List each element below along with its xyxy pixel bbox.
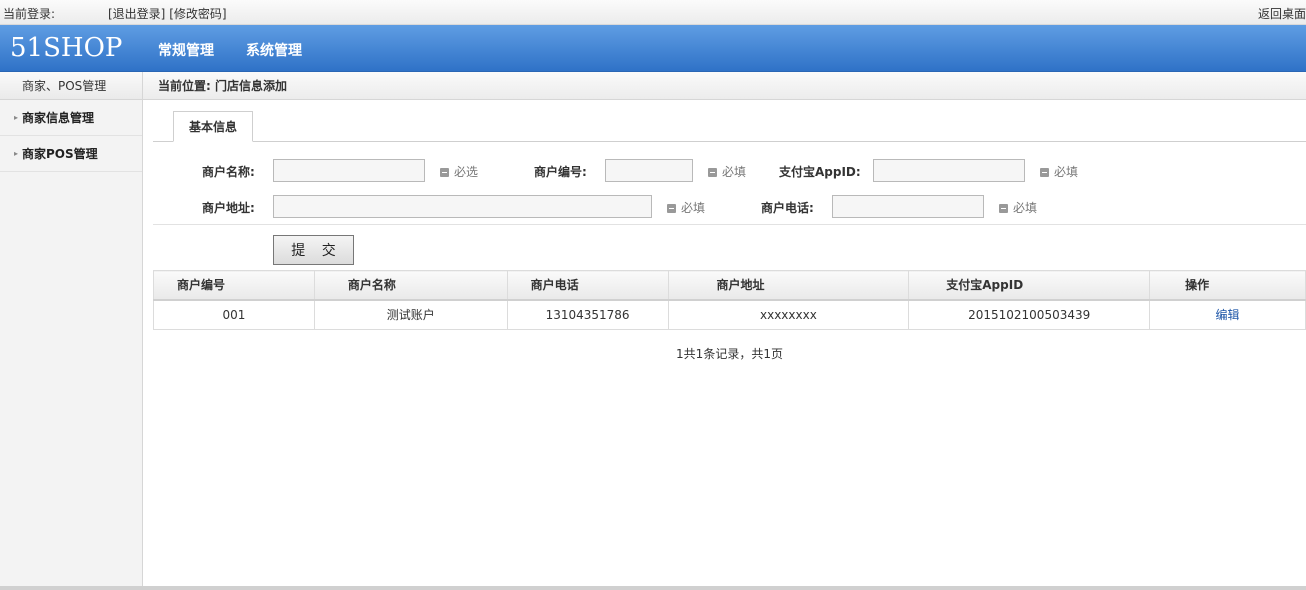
merchant-table: 商户编号 商户名称 商户电话 商户地址 支付宝AppID 操作 001 测试账户… (153, 270, 1306, 330)
alipay-appid-label: 支付宝AppID: (779, 165, 861, 179)
sidebar-item-merchant-info[interactable]: ▸ 商家信息管理 (0, 100, 142, 136)
merchant-phone-input[interactable] (832, 195, 984, 218)
column-header-phone: 商户电话 (506, 270, 669, 301)
table-header-row: 商户编号 商户名称 商户电话 商户地址 支付宝AppID 操作 (153, 270, 1306, 301)
hint-text: 必填 (1054, 165, 1079, 179)
edit-link[interactable]: 编辑 (1216, 308, 1240, 322)
cell-name: 测试账户 (313, 299, 508, 330)
merchant-name-input[interactable] (273, 159, 425, 182)
bottom-bar (0, 586, 1306, 590)
sidebar: 商家、POS管理 ▸ 商家信息管理 ▸ 商家POS管理 (0, 72, 143, 590)
table-row: 001 测试账户 13104351786 xxxxxxxx 2015102100… (153, 299, 1306, 330)
sidebar-item-merchant-pos[interactable]: ▸ 商家POS管理 (0, 136, 142, 172)
required-icon (999, 204, 1008, 213)
column-header-address: 商户地址 (667, 270, 910, 301)
merchant-name-label: 商户名称: (202, 165, 255, 179)
form-divider (153, 224, 1306, 225)
current-login-label: 当前登录: (3, 7, 56, 21)
breadcrumb: 当前位置: 门店信息添加 (143, 72, 1306, 100)
alipay-appid-hint: 必填 (1040, 163, 1078, 180)
required-icon (667, 204, 676, 213)
cell-code: 001 (153, 299, 315, 330)
merchant-code-hint: 必填 (708, 163, 746, 180)
sidebar-item-label: 商家POS管理 (22, 147, 98, 161)
change-password-link[interactable]: [修改密码] (169, 7, 226, 21)
merchant-name-hint: 必选 (440, 163, 478, 180)
cell-appid: 2015102100503439 (908, 299, 1151, 330)
sidebar-item-label: 商家信息管理 (22, 111, 95, 125)
merchant-code-input[interactable] (605, 159, 693, 182)
account-links: [退出登录] [修改密码] (108, 5, 227, 22)
required-icon (708, 168, 717, 177)
tab-divider (153, 141, 1306, 142)
caret-right-icon: ▸ (14, 149, 19, 158)
merchant-address-hint: 必填 (667, 199, 705, 216)
column-header-action: 操作 (1149, 270, 1306, 301)
sidebar-title: 商家、POS管理 (0, 72, 142, 100)
merchant-address-input[interactable] (273, 195, 652, 218)
main-header: 51SHOP 常规管理 系统管理 (0, 25, 1306, 72)
logo: 51SHOP (10, 33, 123, 63)
caret-right-icon: ▸ (14, 113, 19, 122)
nav-general-management[interactable]: 常规管理 (158, 40, 214, 60)
pagination-info: 1共1条记录，共1页 (676, 347, 783, 361)
required-icon (440, 168, 449, 177)
column-header-code: 商户编号 (153, 270, 315, 301)
merchant-phone-label: 商户电话: (761, 201, 814, 215)
required-icon (1040, 168, 1049, 177)
cell-phone: 13104351786 (506, 299, 669, 330)
merchant-phone-hint: 必填 (999, 199, 1037, 216)
merchant-address-label: 商户地址: (202, 201, 255, 215)
submit-button[interactable]: 提 交 (273, 235, 354, 265)
top-bar: 当前登录: [退出登录] [修改密码] 返回桌面 (0, 0, 1306, 25)
hint-text: 必填 (722, 165, 747, 179)
hint-text: 必填 (1013, 201, 1038, 215)
cell-address: xxxxxxxx (667, 299, 910, 330)
tab-basic-info[interactable]: 基本信息 (173, 111, 253, 142)
alipay-appid-input[interactable] (873, 159, 1025, 182)
column-header-appid: 支付宝AppID (908, 270, 1151, 301)
hint-text: 必选 (454, 165, 479, 179)
back-to-desktop-link[interactable]: 返回桌面 (1258, 5, 1306, 22)
logout-link[interactable]: [退出登录] (108, 7, 165, 21)
cell-action: 编辑 (1149, 299, 1306, 330)
merchant-code-label: 商户编号: (534, 165, 587, 179)
column-header-name: 商户名称 (313, 270, 508, 301)
nav-system-management[interactable]: 系统管理 (246, 40, 302, 60)
hint-text: 必填 (681, 201, 706, 215)
